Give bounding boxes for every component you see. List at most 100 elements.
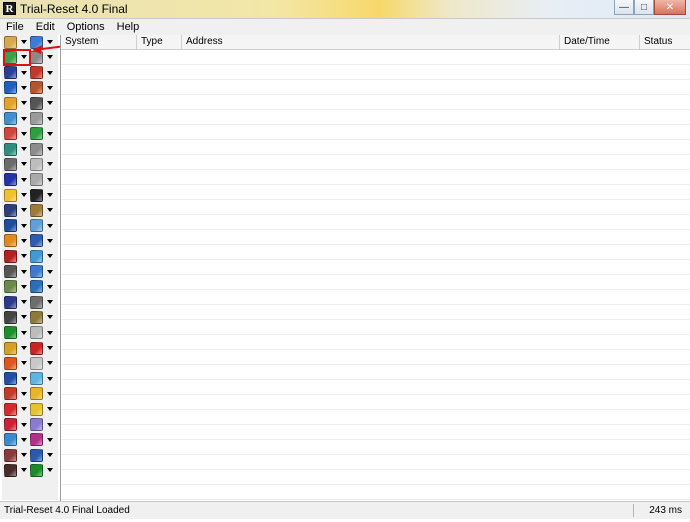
chevron-down-icon[interactable]: [47, 238, 53, 243]
chevron-down-icon[interactable]: [47, 407, 53, 412]
column-address[interactable]: Address: [182, 35, 560, 49]
protection-tool-button[interactable]: [30, 310, 56, 324]
protection-tool-button[interactable]: [30, 66, 56, 80]
chevron-down-icon[interactable]: [47, 330, 53, 335]
menu-edit[interactable]: Edit: [30, 21, 61, 33]
protection-tool-button[interactable]: [30, 188, 56, 202]
chevron-down-icon[interactable]: [47, 315, 53, 320]
chevron-down-icon[interactable]: [21, 284, 27, 289]
chevron-down-icon[interactable]: [47, 70, 53, 75]
chevron-down-icon[interactable]: [21, 208, 27, 213]
chevron-down-icon[interactable]: [47, 269, 53, 274]
chevron-down-icon[interactable]: [21, 330, 27, 335]
protection-tool-button[interactable]: [30, 372, 56, 386]
chevron-down-icon[interactable]: [21, 376, 27, 381]
chevron-down-icon[interactable]: [21, 193, 27, 197]
chevron-down-icon[interactable]: [21, 40, 27, 44]
column-status[interactable]: Status: [640, 35, 690, 49]
protection-tool-button[interactable]: [30, 203, 56, 217]
chevron-down-icon[interactable]: [21, 468, 27, 473]
chevron-down-icon[interactable]: [47, 101, 53, 106]
protection-tool-button[interactable]: [4, 448, 30, 462]
chevron-down-icon[interactable]: [21, 177, 27, 182]
protection-tool-button[interactable]: [4, 265, 30, 279]
protection-tool-button[interactable]: [30, 326, 56, 340]
protection-tool-button[interactable]: [4, 433, 30, 447]
protection-tool-button[interactable]: [4, 81, 30, 95]
results-table[interactable]: System Type Address Date/Time Status: [60, 35, 690, 501]
protection-tool-button[interactable]: [30, 280, 56, 294]
protection-tool-button[interactable]: [30, 112, 56, 126]
chevron-down-icon[interactable]: [47, 391, 53, 396]
chevron-down-icon[interactable]: [21, 162, 27, 167]
protection-tool-button[interactable]: [4, 112, 30, 126]
chevron-down-icon[interactable]: [47, 437, 53, 442]
protection-tool-button[interactable]: [4, 310, 30, 324]
protection-tool-button[interactable]: [4, 295, 30, 309]
protection-tool-button[interactable]: [4, 157, 30, 171]
menu-help[interactable]: Help: [111, 21, 146, 33]
chevron-down-icon[interactable]: [47, 422, 53, 427]
chevron-down-icon[interactable]: [21, 238, 27, 243]
column-system[interactable]: System: [61, 35, 137, 49]
chevron-down-icon[interactable]: [47, 208, 53, 213]
chevron-down-icon[interactable]: [47, 177, 53, 182]
chevron-down-icon[interactable]: [47, 193, 53, 197]
protection-tool-button[interactable]: [4, 127, 30, 141]
chevron-down-icon[interactable]: [21, 407, 27, 412]
chevron-down-icon[interactable]: [21, 147, 27, 152]
protection-tool-button[interactable]: [30, 127, 56, 141]
protection-tool-button[interactable]: [30, 387, 56, 401]
chevron-down-icon[interactable]: [47, 254, 53, 259]
column-type[interactable]: Type: [137, 35, 182, 49]
protection-tool-button[interactable]: [4, 249, 30, 263]
chevron-down-icon[interactable]: [47, 346, 53, 350]
protection-tool-button[interactable]: [4, 203, 30, 217]
protection-tool-button[interactable]: [4, 387, 30, 401]
protection-tool-button[interactable]: [4, 234, 30, 248]
chevron-down-icon[interactable]: [47, 162, 53, 167]
chevron-down-icon[interactable]: [47, 116, 53, 121]
menu-options[interactable]: Options: [61, 21, 111, 33]
protection-tool-button[interactable]: [4, 418, 30, 432]
protection-tool-button[interactable]: [30, 157, 56, 171]
chevron-down-icon[interactable]: [21, 391, 27, 396]
protection-tool-button[interactable]: [4, 280, 30, 294]
protection-tool-button[interactable]: [30, 433, 56, 447]
close-button[interactable]: ✕: [654, 0, 686, 15]
protection-tool-button[interactable]: [4, 402, 30, 416]
chevron-down-icon[interactable]: [47, 147, 53, 152]
chevron-down-icon[interactable]: [21, 437, 27, 442]
chevron-down-icon[interactable]: [47, 300, 53, 305]
protection-tool-button[interactable]: [30, 341, 56, 355]
chevron-down-icon[interactable]: [21, 346, 27, 350]
protection-tool-button[interactable]: [30, 142, 56, 156]
protection-tool-button[interactable]: [30, 295, 56, 309]
chevron-down-icon[interactable]: [47, 376, 53, 381]
chevron-down-icon[interactable]: [21, 223, 27, 228]
chevron-down-icon[interactable]: [47, 284, 53, 289]
protection-tool-button[interactable]: [30, 463, 56, 477]
chevron-down-icon[interactable]: [47, 468, 53, 473]
chevron-down-icon[interactable]: [21, 101, 27, 106]
protection-tool-button[interactable]: [30, 265, 56, 279]
chevron-down-icon[interactable]: [21, 70, 27, 75]
protection-tool-button[interactable]: [4, 326, 30, 340]
protection-tool-button[interactable]: [4, 356, 30, 370]
column-datetime[interactable]: Date/Time: [560, 35, 640, 49]
protection-tool-button[interactable]: [30, 219, 56, 233]
protection-tool-button[interactable]: [4, 96, 30, 110]
menu-file[interactable]: File: [0, 21, 30, 33]
protection-tool-button[interactable]: [30, 234, 56, 248]
protection-tool-button[interactable]: [4, 372, 30, 386]
protection-tool-button[interactable]: [30, 402, 56, 416]
protection-tool-button[interactable]: [4, 341, 30, 355]
protection-tool-button[interactable]: [4, 463, 30, 477]
chevron-down-icon[interactable]: [47, 453, 53, 458]
chevron-down-icon[interactable]: [21, 269, 27, 274]
protection-tool-button[interactable]: [4, 35, 30, 49]
chevron-down-icon[interactable]: [47, 85, 53, 90]
protection-tool-button[interactable]: [4, 219, 30, 233]
protection-tool-button[interactable]: [4, 142, 30, 156]
protection-tool-button[interactable]: [4, 66, 30, 80]
